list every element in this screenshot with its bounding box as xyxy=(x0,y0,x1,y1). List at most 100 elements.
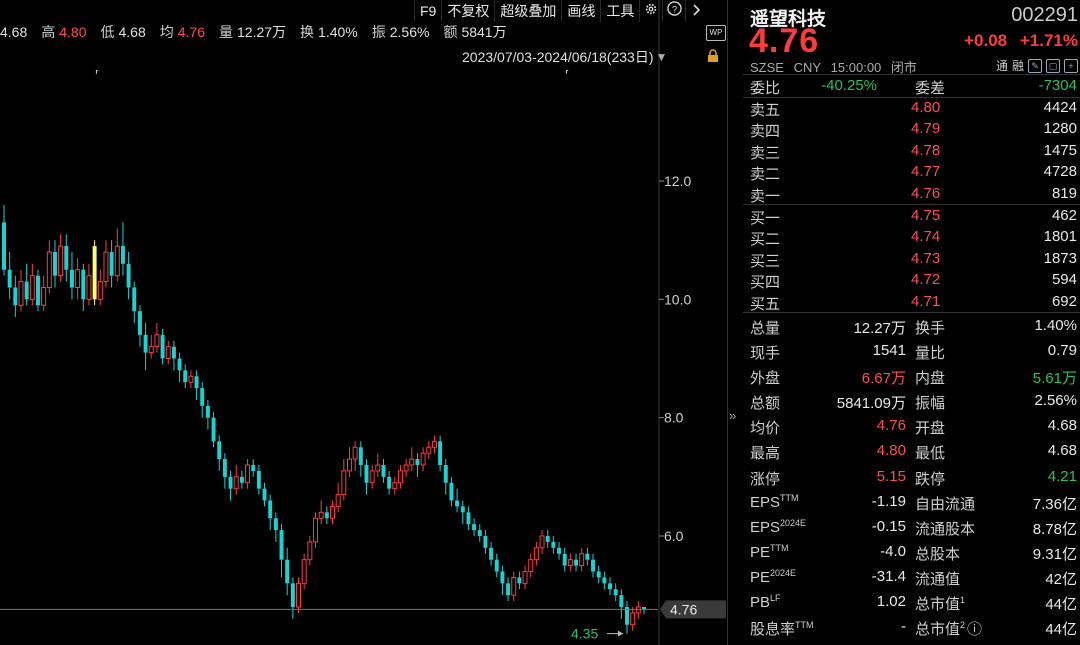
candle-body xyxy=(75,269,81,288)
f9-button[interactable]: F9 xyxy=(414,0,441,22)
dropdown-triangle-icon: ▼ xyxy=(655,50,668,64)
candle-body xyxy=(58,245,64,277)
candle-body xyxy=(69,269,74,288)
stat-value-text: 5841.09万 xyxy=(836,395,906,413)
high-value: 4.80 xyxy=(59,24,87,40)
stat-value-2-text: 4.68 xyxy=(1047,442,1077,460)
stat-value-text: 1541 xyxy=(872,342,906,360)
stat-label-text: PB xyxy=(750,594,771,612)
stat-value-2: 2.56% xyxy=(1034,392,1077,409)
amount-label: 额 xyxy=(443,24,458,40)
super-overlay-button[interactable]: 超级叠加 xyxy=(494,0,561,22)
candle-body xyxy=(41,287,47,306)
candle-body xyxy=(324,512,329,519)
bid-row[interactable]: 买五 4.71 692 xyxy=(743,291,1080,313)
candle-body xyxy=(126,263,131,288)
collapse-panel-icon[interactable]: » xyxy=(729,408,736,423)
candle-body xyxy=(97,281,103,300)
stat-label-text: PE xyxy=(750,543,771,561)
diff-label: 委差 xyxy=(915,80,946,97)
candle-body xyxy=(567,559,573,567)
diff-value: -7304 xyxy=(1038,77,1077,94)
volume-label: 量 xyxy=(219,24,233,40)
change-percent: +1.71% xyxy=(1019,31,1078,50)
lock-icon[interactable] xyxy=(706,49,720,63)
candle-body xyxy=(455,500,460,507)
candle-body xyxy=(318,511,324,519)
high-label: 高 xyxy=(41,24,56,40)
candle-body xyxy=(251,465,256,471)
tong-tag: 通 xyxy=(995,59,1008,73)
stat-value-2: 7.36亿 xyxy=(1033,493,1077,514)
stat-label: EPSTTM xyxy=(750,493,799,511)
stat-value-text: -31.4 xyxy=(871,567,906,585)
stat-value-2-text: 1.40% xyxy=(1034,317,1077,334)
chevron-right-icon[interactable] xyxy=(685,0,708,22)
stat-label-superscript: 2024E xyxy=(770,567,797,578)
bid-level-label: 买五 xyxy=(750,295,781,313)
kline-chart-area[interactable]: 12.0 10.0 8.0 6.0 4.76 4.35 ⸢ ⸢ 4.68 高 4.80 低 4… xyxy=(0,0,727,645)
stat-label: EPS2024E xyxy=(750,518,806,536)
candle-body xyxy=(273,518,278,531)
ask-row[interactable]: 卖三 4.78 1475 xyxy=(743,140,1080,162)
stat-value-2: 4.68 xyxy=(1048,417,1077,434)
stat-value-2-text: 4.68 xyxy=(1047,417,1077,435)
ask-book: 卖五 4.80 4424 卖四 4.79 1280 卖三 4.78 1475 卖二 4.77 4728… xyxy=(743,97,1080,205)
kline-chart[interactable]: 12.0 10.0 8.0 6.0 4.76 4.35 ⸢ ⸢ xyxy=(0,0,727,645)
date-range-selector[interactable]: 2023/07/03-2024/06/18(233日) ▼ xyxy=(462,47,667,67)
gear-icon[interactable] xyxy=(639,0,662,22)
change-value: +0.08 xyxy=(964,31,1008,50)
stat-label-text: PE xyxy=(750,568,771,586)
stat-value-text: 4.76 xyxy=(876,417,906,435)
stat-row: 最高 4.80 最低 4.68 xyxy=(743,438,1080,463)
bid-row[interactable]: 买三 4.73 1873 xyxy=(743,248,1080,270)
candle-body xyxy=(188,375,194,383)
last-price-tag-label: 4.76 xyxy=(670,601,697,617)
tools-button[interactable]: 工具 xyxy=(600,0,639,22)
edit-icon[interactable]: ✎ xyxy=(1028,58,1042,73)
candle-body xyxy=(449,482,454,501)
stat-label-2: 流通值 xyxy=(915,568,960,589)
stat-value: 5.15 xyxy=(877,468,906,485)
wp-icon[interactable]: WP xyxy=(706,25,726,41)
ask-row[interactable]: 卖四 4.79 1280 xyxy=(743,118,1080,140)
ask-row[interactable]: 卖五 4.80 4424 xyxy=(743,97,1080,119)
stat-value: 1.02 xyxy=(877,593,906,610)
ask-row[interactable]: 卖二 4.77 4728 xyxy=(743,161,1080,183)
bid-price: 4.73 xyxy=(911,249,941,267)
ask-row[interactable]: 卖一 4.76 819 xyxy=(743,183,1080,205)
ask-price: 4.80 xyxy=(911,99,941,116)
volume-value: 12.27万 xyxy=(237,24,287,40)
stat-value: 4.80 xyxy=(877,442,906,459)
exchange: SZSE xyxy=(750,60,784,75)
candle-body xyxy=(233,476,239,490)
add-icon[interactable]: + xyxy=(1064,58,1078,73)
draw-line-button[interactable]: 画线 xyxy=(561,0,600,22)
y-tick-label: 12.0 xyxy=(664,173,691,189)
stat-label-text: 外盘 xyxy=(750,370,781,388)
bid-row[interactable]: 买四 4.72 594 xyxy=(743,269,1080,291)
bid-volume: 1801 xyxy=(1043,228,1077,246)
stat-value-text: -1.19 xyxy=(871,492,906,510)
panel-divider[interactable] xyxy=(727,0,728,645)
candle-body xyxy=(533,547,539,561)
stat-value: -31.4 xyxy=(872,568,906,585)
quote-panel: 遥望科技 002291 4.76 +0.08 +1.71% SZSE CNY 1… xyxy=(743,0,1080,645)
candle-body xyxy=(477,530,482,536)
no-adjust-button[interactable]: 不复权 xyxy=(441,0,494,22)
stat-value-2-text: 7.36亿 xyxy=(1032,495,1077,513)
ask-volume: 4424 xyxy=(1043,99,1077,116)
window-icon[interactable]: ▢ xyxy=(1046,58,1060,73)
low-label: 低 xyxy=(100,24,115,40)
candle-body xyxy=(7,269,12,288)
bid-row[interactable]: 买二 4.74 1801 xyxy=(743,226,1080,248)
candle-body xyxy=(205,405,210,418)
help-icon[interactable]: ? xyxy=(662,0,685,22)
stat-label-2-text: 内盘 xyxy=(915,370,946,388)
candle-body xyxy=(2,222,6,270)
ask-volume: 819 xyxy=(1051,184,1077,202)
bid-row[interactable]: 买一 4.75 462 xyxy=(743,205,1080,227)
ratio-label: 委比 xyxy=(750,80,781,97)
candle-body xyxy=(392,482,398,490)
info-icon[interactable]: ⓘ xyxy=(967,621,982,638)
